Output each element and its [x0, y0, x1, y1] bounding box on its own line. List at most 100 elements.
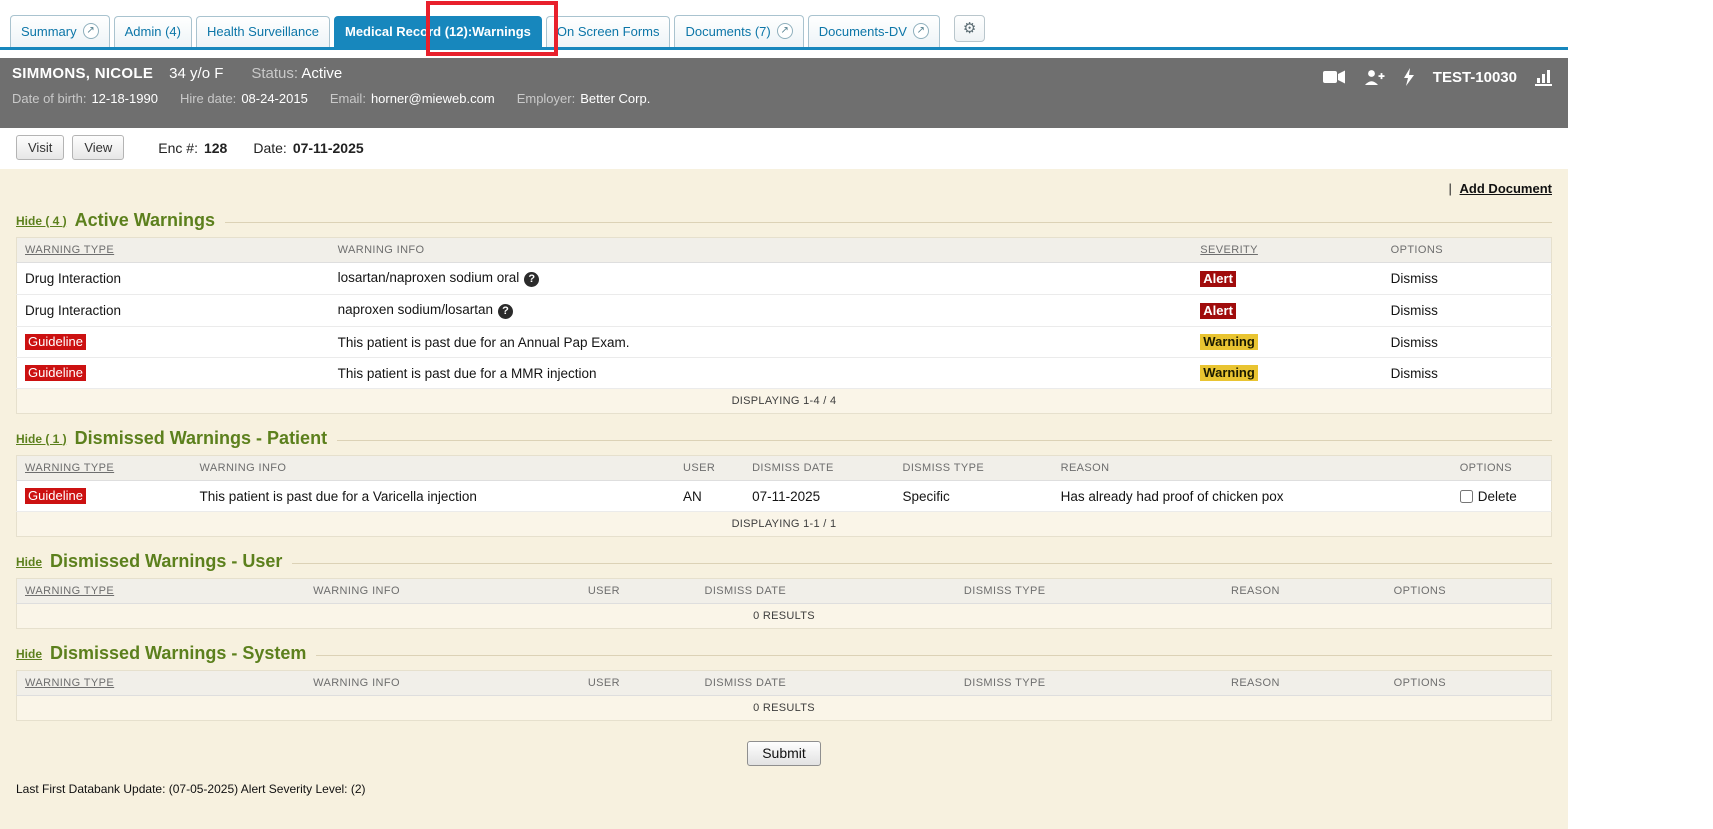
tab-medical-record-warnings-label: Medical Record (12):Warnings	[345, 24, 531, 39]
guideline-type-badge: Guideline	[25, 365, 86, 381]
warning-info-cell: losartan/naproxen sodium oral?	[330, 263, 1193, 295]
tab-medical-record-warnings[interactable]: Medical Record (12):Warnings	[334, 16, 542, 47]
visit-toolbar: Visit View Enc #: 128 Date: 07-11-2025	[0, 128, 1568, 169]
dob-label: Date of birth:	[12, 91, 86, 106]
warning-type-cell: Drug Interaction	[17, 263, 330, 295]
hide-dismissed-patient-link[interactable]: Hide ( 1 )	[16, 432, 67, 446]
warning-info-text: naproxen sodium/losartan	[338, 302, 493, 317]
tab-documents[interactable]: Documents (7) ↗	[674, 15, 803, 47]
warning-row: Drug Interaction naproxen sodium/losarta…	[17, 295, 1552, 327]
email-label: Email:	[330, 91, 366, 106]
options-header: OPTIONS	[1391, 244, 1443, 256]
tab-summary[interactable]: Summary ↗	[10, 15, 110, 47]
dismiss-link[interactable]: Dismiss	[1391, 303, 1438, 318]
warning-info-cell: This patient is past due for a MMR injec…	[330, 358, 1193, 389]
help-icon[interactable]: ?	[498, 304, 513, 319]
user-header: USER	[683, 462, 715, 474]
video-camera-icon[interactable]	[1323, 70, 1346, 84]
tab-on-screen-forms-label: On Screen Forms	[557, 24, 660, 39]
settings-button[interactable]: ⚙	[954, 15, 985, 42]
warning-info-header: WARNING INFO	[313, 585, 400, 597]
lightning-icon[interactable]	[1403, 68, 1415, 86]
employer-value: Better Corp.	[580, 91, 650, 106]
sort-warning-type-header[interactable]: WARNING TYPE	[25, 462, 114, 474]
warnings-page: | Add Document Hide ( 4 ) Active Warning…	[0, 169, 1568, 829]
tab-admin[interactable]: Admin (4)	[114, 16, 192, 47]
email-value: horner@mieweb.com	[371, 91, 495, 106]
severity-cell: Alert	[1192, 295, 1382, 327]
dismiss-type-header: DISMISS TYPE	[903, 462, 985, 474]
delete-checkbox[interactable]	[1460, 490, 1473, 503]
gear-icon: ⚙	[963, 20, 976, 37]
patient-name: SIMMONS, NICOLE	[12, 65, 153, 82]
visit-button[interactable]: Visit	[16, 135, 64, 160]
delete-label: Delete	[1478, 489, 1517, 504]
tab-on-screen-forms[interactable]: On Screen Forms	[546, 16, 671, 47]
section-divider	[337, 440, 1552, 441]
dismiss-date-header: DISMISS DATE	[752, 462, 834, 474]
table-header-row: WARNING TYPE WARNING INFO USER DISMISS D…	[17, 579, 1552, 604]
status-value: Active	[301, 65, 342, 82]
dismissed-system-header: Hide Dismissed Warnings - System	[16, 643, 1552, 664]
table-header-row: WARNING TYPE WARNING INFO SEVERITY OPTIO…	[17, 238, 1552, 263]
warning-type-cell: Guideline	[17, 481, 192, 512]
enc-value: 128	[204, 140, 227, 156]
warning-info-header: WARNING INFO	[199, 462, 286, 474]
guideline-type-badge: Guideline	[25, 488, 86, 504]
alert-severity-badge: Alert	[1200, 271, 1236, 287]
options-cell: Delete	[1452, 481, 1552, 512]
warning-info-text: losartan/naproxen sodium oral	[338, 270, 520, 285]
help-icon[interactable]: ?	[524, 272, 539, 287]
popout-icon[interactable]: ↗	[777, 23, 793, 39]
submit-button[interactable]: Submit	[747, 741, 821, 766]
hide-active-warnings-link[interactable]: Hide ( 4 )	[16, 214, 67, 228]
popout-icon[interactable]: ↗	[913, 23, 929, 39]
warning-info-header: WARNING INFO	[313, 677, 400, 689]
severity-cell: Alert	[1192, 263, 1382, 295]
bar-chart-icon[interactable]	[1535, 69, 1554, 86]
add-user-icon[interactable]	[1364, 69, 1385, 86]
guideline-type-badge: Guideline	[25, 334, 86, 350]
dismiss-type-header: DISMISS TYPE	[964, 585, 1046, 597]
dismiss-link[interactable]: Dismiss	[1391, 271, 1438, 286]
warning-info-header: WARNING INFO	[338, 244, 425, 256]
hide-dismissed-user-link[interactable]: Hide	[16, 555, 42, 569]
sort-severity-header[interactable]: SEVERITY	[1200, 244, 1258, 256]
sort-warning-type-header[interactable]: WARNING TYPE	[25, 677, 114, 689]
hide-dismissed-system-link[interactable]: Hide	[16, 647, 42, 661]
dismissed-patient-title: Dismissed Warnings - Patient	[75, 428, 327, 449]
warning-type-cell: Guideline	[17, 327, 330, 358]
user-header: USER	[588, 677, 620, 689]
warning-info-cell: This patient is past due for a Varicella…	[191, 481, 675, 512]
add-document-link[interactable]: Add Document	[1460, 181, 1552, 196]
add-document-separator: |	[1449, 181, 1452, 196]
dismiss-date-cell: 07-11-2025	[744, 481, 894, 512]
reason-header: REASON	[1231, 677, 1280, 689]
dismissed-patient-table: WARNING TYPE WARNING INFO USER DISMISS D…	[16, 455, 1552, 537]
dismissed-user-title: Dismissed Warnings - User	[50, 551, 282, 572]
dismiss-link[interactable]: Dismiss	[1391, 366, 1438, 381]
patient-banner: SIMMONS, NICOLE 34 y/o F Status: Active …	[0, 58, 1568, 128]
tab-health-surveillance[interactable]: Health Surveillance	[196, 16, 330, 47]
tab-documents-dv[interactable]: Documents-DV ↗	[808, 15, 940, 47]
add-document-row: | Add Document	[16, 181, 1552, 196]
sort-warning-type-header[interactable]: WARNING TYPE	[25, 244, 114, 256]
options-header: OPTIONS	[1460, 462, 1512, 474]
severity-cell: Warning	[1192, 358, 1382, 389]
sort-warning-type-header[interactable]: WARNING TYPE	[25, 585, 114, 597]
view-button[interactable]: View	[72, 135, 124, 160]
section-divider	[292, 563, 1552, 564]
popout-icon[interactable]: ↗	[83, 23, 99, 39]
page: Summary ↗ Admin (4) Health Surveillance …	[0, 0, 1713, 829]
active-warnings-title: Active Warnings	[75, 210, 215, 231]
warning-type-cell: Drug Interaction	[17, 295, 330, 327]
warning-info-cell: naproxen sodium/losartan?	[330, 295, 1193, 327]
section-divider	[316, 655, 1552, 656]
tab-summary-label: Summary	[21, 24, 77, 39]
options-header: OPTIONS	[1394, 585, 1446, 597]
dismissed-system-table: WARNING TYPE WARNING INFO USER DISMISS D…	[16, 670, 1552, 721]
options-header: OPTIONS	[1394, 677, 1446, 689]
options-cell: Dismiss	[1383, 327, 1552, 358]
dismiss-link[interactable]: Dismiss	[1391, 335, 1438, 350]
options-cell: Dismiss	[1383, 358, 1552, 389]
